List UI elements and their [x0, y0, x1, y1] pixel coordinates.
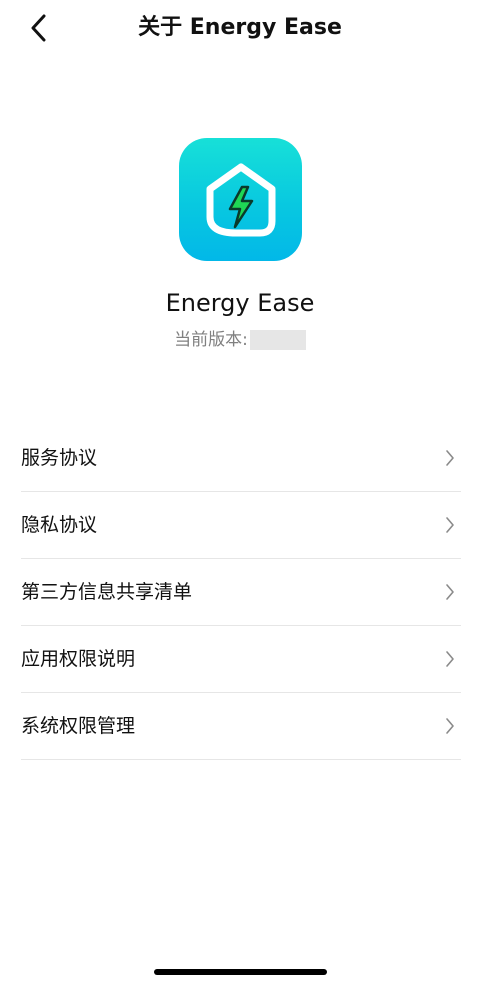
chevron-right-icon [445, 516, 455, 534]
chevron-right-icon [445, 717, 455, 735]
menu-item-system-permissions[interactable]: 系统权限管理 [21, 693, 461, 760]
chevron-right-icon [445, 583, 455, 601]
settings-menu: 服务协议 隐私协议 第三方信息共享清单 应用权限说明 系统权限管理 [21, 425, 461, 760]
menu-item-label: 系统权限管理 [21, 715, 136, 737]
app-logo [179, 138, 302, 261]
house-lightning-icon [206, 163, 275, 236]
menu-item-third-party-sharing-list[interactable]: 第三方信息共享清单 [21, 559, 461, 626]
version-value [249, 330, 306, 350]
chevron-right-icon [445, 449, 455, 467]
menu-item-label: 第三方信息共享清单 [21, 581, 193, 603]
menu-item-label: 服务协议 [21, 447, 98, 469]
navigation-bar: 关于 Energy Ease [0, 0, 480, 56]
app-name: Energy Ease [165, 289, 315, 317]
menu-item-privacy-agreement[interactable]: 隐私协议 [21, 492, 461, 559]
chevron-right-icon [445, 650, 455, 668]
version-row: 当前版本: [0, 328, 480, 352]
home-indicator[interactable] [154, 969, 327, 975]
menu-item-label: 隐私协议 [21, 514, 98, 536]
menu-item-service-agreement[interactable]: 服务协议 [21, 425, 461, 492]
version-label: 当前版本: [174, 330, 248, 350]
menu-item-app-permissions[interactable]: 应用权限说明 [21, 626, 461, 693]
menu-item-label: 应用权限说明 [21, 648, 136, 670]
page-title: 关于 Energy Ease [138, 15, 342, 40]
